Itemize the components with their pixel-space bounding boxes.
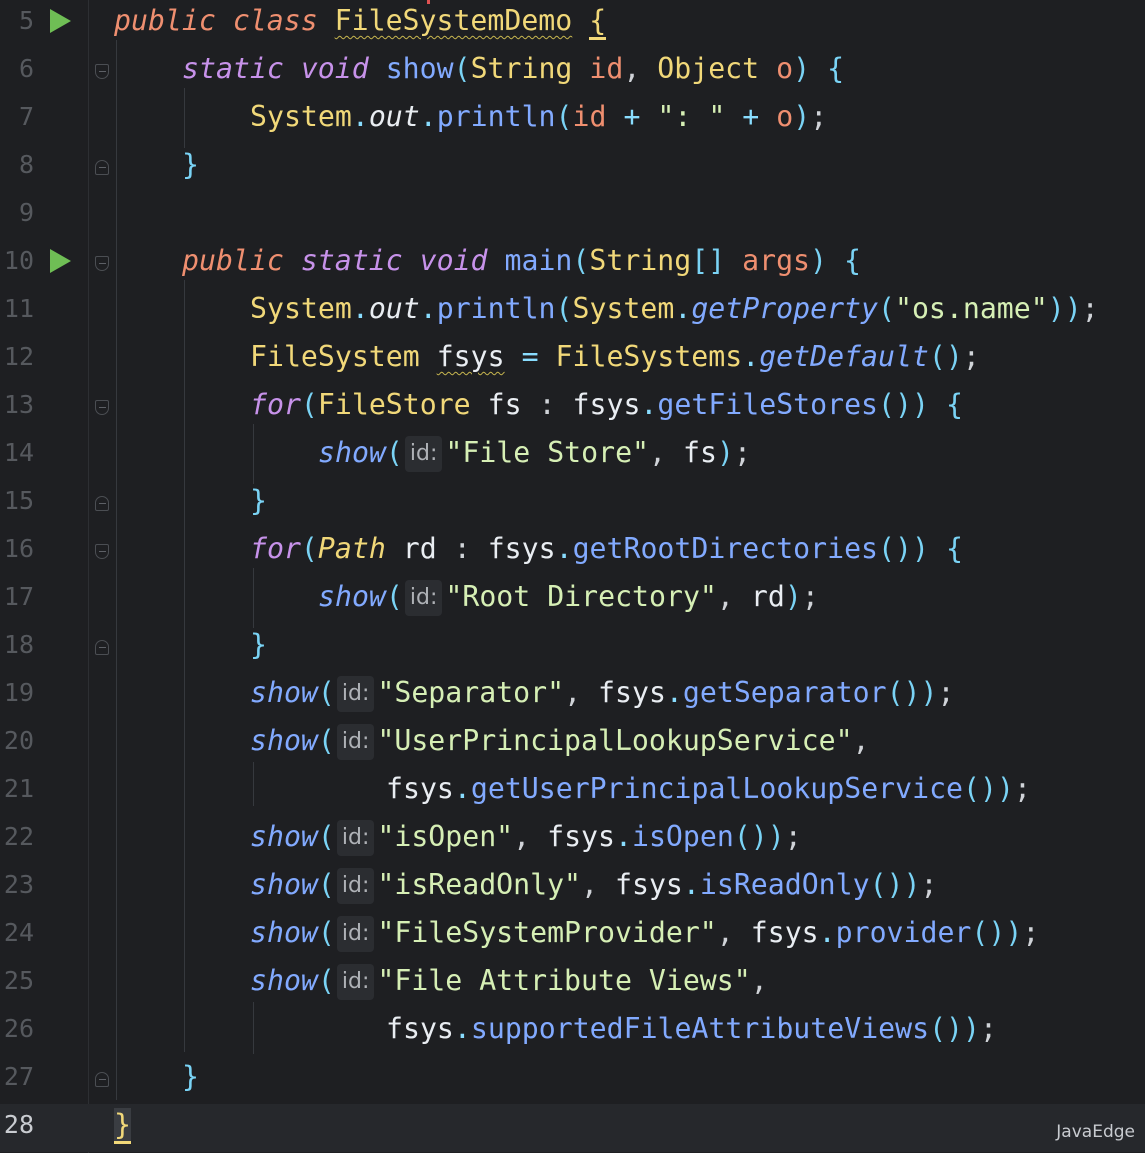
parameter-hint: id:: [336, 676, 375, 712]
code-text: }: [114, 1104, 131, 1152]
fold-icon[interactable]: [95, 256, 109, 271]
code-editor[interactable]: 5 public class FileSystemDemo { 6 static…: [0, 0, 1145, 1153]
line-number: 20: [3, 726, 34, 755]
line-number: 27: [3, 1062, 34, 1091]
code-line[interactable]: 25 show(id: "File Attribute Views",: [0, 960, 1145, 1008]
parameter-hint: id:: [404, 580, 443, 616]
code-line[interactable]: 13 for(FileStore fs : fsys.getFileStores…: [0, 384, 1145, 432]
code-line[interactable]: 9: [0, 192, 1145, 240]
code-text: show(id: "FileSystemProvider", fsys.provi…: [250, 912, 1039, 960]
line-number: 12: [3, 342, 34, 371]
run-icon[interactable]: [50, 9, 71, 33]
code-line[interactable]: 21 fsys.getUserPrincipalLookupService())…: [0, 768, 1145, 816]
code-text: public static void main(String[] args) {: [182, 244, 861, 277]
line-number: 5: [18, 6, 34, 35]
line-number: 9: [18, 198, 34, 227]
code-text: show(id: "UserPrincipalLookupService",: [250, 720, 870, 768]
code-text: show(id: "isOpen", fsys.isOpen());: [250, 816, 802, 864]
line-number: 15: [3, 486, 34, 515]
code-text: show(id: "isReadOnly", fsys.isReadOnly())…: [250, 864, 937, 912]
line-number: 21: [3, 774, 34, 803]
line-number: 14: [3, 438, 34, 467]
line-number: 23: [3, 870, 34, 899]
code-text: show(id: "File Store", fs);: [318, 432, 751, 480]
code-line[interactable]: 18 }: [0, 624, 1145, 672]
line-number: 25: [3, 966, 34, 995]
line-number: 17: [3, 582, 34, 611]
fold-icon[interactable]: [95, 400, 109, 415]
line-number: 28: [3, 1110, 34, 1139]
line-number: 19: [3, 678, 34, 707]
code-text: }: [250, 628, 267, 661]
code-text: show(id: "File Attribute Views",: [250, 960, 768, 1008]
code-line[interactable]: 23 show(id: "isReadOnly", fsys.isReadOnly…: [0, 864, 1145, 912]
code-text: }: [250, 484, 267, 517]
fold-icon[interactable]: [95, 496, 109, 511]
code-text: for(Path rd : fsys.getRootDirectories())…: [250, 532, 963, 565]
run-icon[interactable]: [50, 249, 71, 273]
code-text: for(FileStore fs : fsys.getFileStores())…: [250, 388, 963, 421]
code-line[interactable]: 11 System.out.println(System.getProperty…: [0, 288, 1145, 336]
code-text: System.out.println(System.getProperty("o…: [250, 292, 1099, 325]
code-line[interactable]: 8 }: [0, 144, 1145, 192]
fold-icon[interactable]: [95, 64, 109, 79]
code-line[interactable]: 7 System.out.println(id + ": " + o);: [0, 96, 1145, 144]
line-number: 6: [18, 54, 34, 83]
line-number: 10: [3, 246, 34, 275]
code-text: show(id: "Root Directory", rd);: [318, 576, 819, 624]
code-text: public class FileSystemDemo {: [114, 0, 607, 48]
code-line[interactable]: 26 fsys.supportedFileAttributeViews());: [0, 1008, 1145, 1056]
parameter-hint: id:: [336, 964, 375, 1000]
code-text: static void show(String id, Object o) {: [182, 52, 845, 85]
code-line[interactable]: 17 show(id: "Root Directory", rd);: [0, 576, 1145, 624]
code-line[interactable]: 6 static void show(String id, Object o) …: [0, 48, 1145, 96]
fold-icon[interactable]: [95, 640, 109, 655]
code-line[interactable]: 15 }: [0, 480, 1145, 528]
code-line[interactable]: 24 show(id: "FileSystemProvider", fsys.pr…: [0, 912, 1145, 960]
line-number: 16: [3, 534, 34, 563]
code-line[interactable]: 12 FileSystem fsys = FileSystems.getDefa…: [0, 336, 1145, 384]
code-text: show(id: "Separator", fsys.getSeparator()…: [250, 672, 954, 720]
parameter-hint: id:: [404, 436, 443, 472]
code-line[interactable]: 22 show(id: "isOpen", fsys.isOpen());: [0, 816, 1145, 864]
code-text: fsys.supportedFileAttributeViews());: [386, 1012, 997, 1045]
code-line[interactable]: 16 for(Path rd : fsys.getRootDirectories…: [0, 528, 1145, 576]
line-number: 11: [3, 294, 34, 323]
parameter-hint: id:: [336, 724, 375, 760]
code-line[interactable]: 14 show(id: "File Store", fs);: [0, 432, 1145, 480]
text-cursor: }: [114, 1108, 131, 1144]
parameter-hint: id:: [336, 868, 375, 904]
fold-icon[interactable]: [95, 1072, 109, 1087]
line-number: 24: [3, 918, 34, 947]
code-text: FileSystem fsys = FileSystems.getDefault…: [250, 340, 980, 373]
code-line-current[interactable]: 28 }: [0, 1104, 1145, 1152]
code-line[interactable]: 5 public class FileSystemDemo {: [0, 0, 1145, 48]
code-line[interactable]: 19 show(id: "Separator", fsys.getSeparato…: [0, 672, 1145, 720]
line-number: 22: [3, 822, 34, 851]
line-number: 8: [18, 150, 34, 179]
code-text: }: [182, 148, 199, 181]
parameter-hint: id:: [336, 820, 375, 856]
code-line[interactable]: 10 public static void main(String[] args…: [0, 240, 1145, 288]
code-line[interactable]: 20 show(id: "UserPrincipalLookupService",: [0, 720, 1145, 768]
code-text: fsys.getUserPrincipalLookupService());: [386, 772, 1031, 805]
line-number: 18: [3, 630, 34, 659]
line-number: 7: [18, 102, 34, 131]
watermark: JavaEdge: [1056, 1122, 1135, 1142]
code-line[interactable]: 27 }: [0, 1056, 1145, 1104]
code-text: }: [182, 1060, 199, 1093]
parameter-hint: id:: [336, 916, 375, 952]
fold-icon[interactable]: [95, 544, 109, 559]
code-text: System.out.println(id + ": " + o);: [250, 100, 828, 133]
line-number: 13: [3, 390, 34, 419]
fold-icon[interactable]: [95, 160, 109, 175]
line-number: 26: [3, 1014, 34, 1043]
